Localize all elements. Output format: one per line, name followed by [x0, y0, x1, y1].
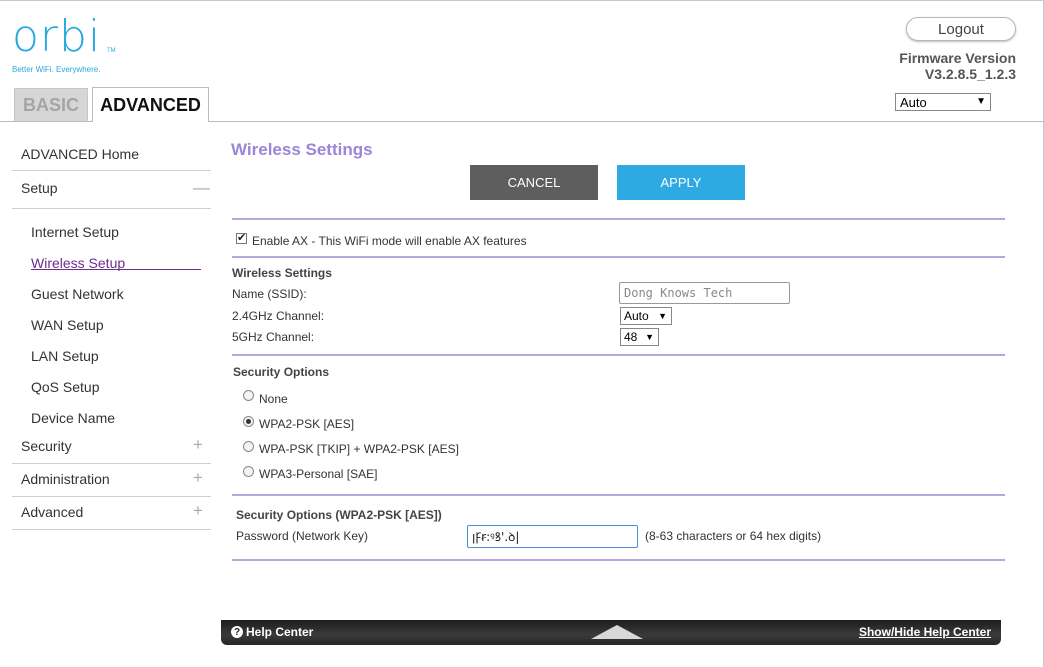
channel-24-value: Auto	[624, 309, 649, 323]
tab-advanced[interactable]: ADVANCED	[92, 87, 209, 122]
sidebar-subitem-guest-network[interactable]: Guest Network	[31, 286, 124, 302]
password-input[interactable]: ꞁꝻꞧ꞉ꝰꝸ'.ꝺ|	[467, 525, 638, 548]
collapse-icon[interactable]: —	[193, 178, 210, 198]
sidebar-divider	[12, 208, 211, 209]
sidebar-item-advanced[interactable]: Advanced	[21, 504, 83, 520]
dropdown-arrow-icon: ▼	[976, 96, 986, 107]
section-divider	[232, 218, 1005, 220]
tab-basic[interactable]: BASIC	[14, 88, 88, 121]
radio-wpa3-personal[interactable]	[243, 466, 254, 477]
help-question-icon: ?	[231, 626, 243, 638]
sidebar-divider	[12, 170, 211, 171]
sidebar-item-advanced-home[interactable]: ADVANCED Home	[21, 146, 139, 162]
sidebar-subitem-lan-setup[interactable]: LAN Setup	[31, 348, 99, 364]
section-divider	[232, 256, 1005, 258]
sidebar-subitem-internet-setup[interactable]: Internet Setup	[31, 224, 119, 240]
expand-icon[interactable]: +	[193, 501, 203, 521]
dropdown-arrow-icon: ▼	[658, 311, 667, 321]
show-hide-help-link[interactable]: Show/Hide Help Center	[859, 625, 991, 639]
expand-icon[interactable]: +	[193, 468, 203, 488]
radio-none[interactable]	[243, 390, 254, 401]
active-item-underline	[31, 269, 201, 270]
firmware-label: Firmware Version	[899, 50, 1016, 66]
sidebar-subitem-wan-setup[interactable]: WAN Setup	[31, 317, 104, 333]
help-center-link[interactable]: ? Help Center	[231, 625, 313, 639]
help-center-label: Help Center	[246, 625, 314, 639]
sidebar-item-setup[interactable]: Setup	[21, 180, 58, 196]
channel-24-select[interactable]: Auto ▼	[620, 307, 672, 325]
expand-icon[interactable]: +	[193, 435, 203, 455]
logo-wordmark: orbi	[12, 11, 102, 62]
section-divider	[232, 559, 1005, 561]
sidebar-divider	[12, 496, 211, 497]
window-top-border	[0, 0, 1044, 1]
sidebar-subitem-device-name[interactable]: Device Name	[31, 410, 115, 426]
password-hint: (8-63 characters or 64 hex digits)	[645, 529, 822, 543]
section-divider	[232, 354, 1005, 356]
logo-tagline: Better WiFi. Everywhere.	[12, 65, 101, 74]
language-select-value: Auto	[900, 94, 927, 110]
ssid-input[interactable]: Dong Knows Tech	[619, 282, 790, 304]
help-center-bar: ? Help Center Show/Hide Help Center	[221, 620, 1001, 645]
expand-up-icon[interactable]	[591, 625, 643, 639]
sidebar-item-security[interactable]: Security	[21, 438, 72, 454]
radio-wpa3-label: WPA3-Personal [SAE]	[259, 467, 378, 481]
radio-none-label: None	[259, 392, 288, 406]
wireless-settings-heading: Wireless Settings	[232, 266, 332, 280]
ssid-label: Name (SSID):	[232, 287, 307, 301]
radio-wpa2-psk-aes[interactable]	[243, 416, 254, 427]
channel-24-label: 2.4GHz Channel:	[232, 309, 325, 323]
password-label: Password (Network Key)	[236, 529, 369, 543]
logout-button[interactable]: Logout	[906, 17, 1016, 41]
sidebar-item-administration[interactable]: Administration	[21, 471, 110, 487]
language-select[interactable]: Auto ▼	[895, 93, 991, 111]
wpa2-options-heading: Security Options (WPA2-PSK [AES])	[236, 508, 442, 522]
sidebar-divider	[12, 529, 211, 530]
channel-5-select[interactable]: 48 ▼	[620, 328, 659, 346]
sidebar-divider	[12, 463, 211, 464]
section-divider	[232, 494, 1005, 496]
channel-5-value: 48	[624, 330, 638, 344]
enable-ax-label: Enable AX - This WiFi mode will enable A…	[252, 234, 527, 248]
radio-wpa-mixed-label: WPA-PSK [TKIP] + WPA2-PSK [AES]	[259, 442, 459, 456]
channel-5-label: 5GHz Channel:	[232, 330, 315, 344]
enable-ax-checkbox[interactable]: ✔	[236, 233, 247, 244]
sidebar-subitem-qos-setup[interactable]: QoS Setup	[31, 379, 100, 395]
security-options-heading: Security Options	[233, 365, 330, 379]
firmware-value: V3.2.8.5_1.2.3	[924, 66, 1016, 82]
orbi-logo: orbi TM Better WiFi. Everywhere.	[12, 12, 122, 78]
radio-wpa2-label: WPA2-PSK [AES]	[259, 417, 355, 431]
apply-button[interactable]: APPLY	[617, 165, 745, 200]
cancel-button[interactable]: CANCEL	[470, 165, 598, 200]
logo-trademark: TM	[107, 48, 116, 54]
dropdown-arrow-icon: ▼	[645, 332, 654, 342]
radio-wpa-wpa2-mixed[interactable]	[243, 441, 254, 452]
page-title: Wireless Settings	[231, 140, 373, 159]
